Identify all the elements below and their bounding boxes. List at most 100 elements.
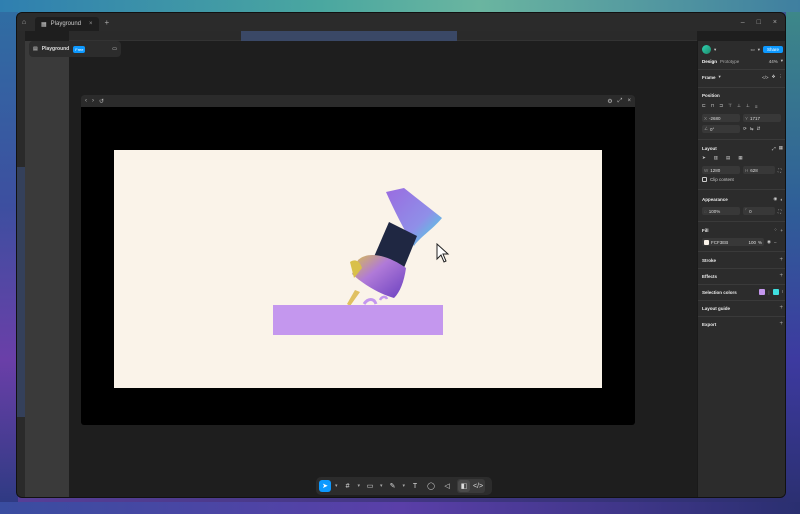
more-icon[interactable]: ⋮ (779, 74, 784, 80)
selection-colors-row: Selection colors | ⁝ (702, 289, 783, 295)
grid-layout-icon[interactable]: ▦ (738, 155, 742, 161)
layout-menu-icon[interactable]: ▤ (33, 46, 38, 52)
chevron-down-icon[interactable]: ▾ (781, 58, 783, 64)
width-field[interactable]: W 1280 (702, 166, 740, 174)
tab-design[interactable]: Design (702, 59, 717, 64)
height-field[interactable]: H 628 (743, 166, 775, 174)
move-tool-icon[interactable]: ➤ (319, 480, 331, 492)
component-icon[interactable]: ❖ (771, 74, 775, 80)
share-button[interactable]: Share (762, 46, 783, 53)
rotate-icon[interactable]: ⟳ (743, 126, 747, 132)
stroke-row: Stroke + (702, 257, 783, 263)
back-icon[interactable]: ‹ (85, 98, 87, 104)
tab-prototype[interactable]: Prototype (720, 59, 739, 64)
panel-toggle-icon[interactable]: ▭ (112, 46, 117, 52)
remove-fill-icon[interactable]: – (774, 240, 777, 245)
chevron-down-icon[interactable]: ▾ (358, 483, 361, 489)
settings-icon[interactable]: ⚙ (607, 98, 612, 105)
dev-mode-icon[interactable]: </> (472, 480, 484, 492)
add-fill-icon[interactable]: + (780, 228, 783, 233)
x-field[interactable]: X -2680 (702, 114, 740, 122)
divider (698, 284, 785, 285)
home-icon[interactable]: ⌂ (17, 19, 31, 26)
fill-field[interactable]: FCF3EB 100 % (702, 238, 764, 246)
opacity-icon: ◌ (704, 208, 707, 214)
add-layout-guide-icon[interactable]: + (779, 305, 783, 311)
chevron-down-icon[interactable]: ▾ (403, 483, 406, 489)
ruler-vertical-highlight (17, 167, 25, 417)
more-colors-icon[interactable]: ⁝ (782, 289, 783, 295)
frame-tool-icon[interactable]: # (342, 480, 354, 492)
expand-icon[interactable]: ⤢ (618, 98, 623, 105)
align-center-icon[interactable]: ⊓ (711, 103, 715, 109)
ruler-selection-highlight (241, 31, 457, 41)
freeform-layout-icon[interactable]: ➤ (702, 155, 706, 161)
grid-icon[interactable]: ▦ (779, 145, 783, 151)
frame-label[interactable]: Frame (702, 75, 716, 80)
distribute-icon[interactable]: ≡ (755, 104, 758, 109)
selection-color-swatch[interactable] (759, 289, 766, 295)
code-icon[interactable]: </> (762, 75, 769, 80)
forward-icon[interactable]: › (92, 98, 94, 104)
fill-swatch[interactable] (704, 239, 709, 245)
y-field[interactable]: Y 1717 (743, 114, 781, 122)
align-left-icon[interactable]: ⊏ (702, 103, 706, 109)
add-export-icon[interactable]: + (779, 321, 783, 327)
fill-row: FCF3EB 100 % ◉ – (702, 238, 783, 246)
visibility-icon[interactable]: ◉ (773, 196, 777, 202)
chevron-down-icon[interactable]: ▾ (335, 483, 338, 489)
file-menu[interactable]: ▤ Playground Free ▭ (29, 41, 121, 57)
align-right-icon[interactable]: ⊐ (719, 103, 723, 109)
vertical-layout-icon[interactable]: ▥ (714, 155, 718, 161)
styles-icon[interactable]: ⁘ (774, 227, 778, 233)
align-bottom-icon[interactable]: ⊥ (746, 103, 750, 109)
chevron-down-icon[interactable]: ▾ (380, 483, 383, 489)
present-icon[interactable]: ▭ (750, 47, 754, 53)
pen-tool-icon[interactable]: ✎ (387, 480, 399, 492)
new-tab-button[interactable]: + (105, 18, 110, 27)
restart-icon[interactable]: ↺ (99, 98, 104, 105)
flip-horizontal-icon[interactable]: ⇋ (750, 126, 754, 132)
eye-icon[interactable]: ◉ (767, 239, 771, 245)
minimize-icon[interactable]: – (741, 19, 745, 26)
add-effect-icon[interactable]: + (779, 273, 783, 279)
clip-content-checkbox[interactable] (702, 177, 707, 182)
radius-field[interactable]: ⌜ 0 (743, 207, 775, 215)
align-middle-icon[interactable]: ⊥ (737, 103, 741, 109)
expand-icon[interactable]: ⤢ (772, 146, 776, 151)
close-tab-icon[interactable]: × (89, 21, 93, 27)
corner-radius-icon[interactable]: ⛶ (778, 209, 781, 214)
add-stroke-icon[interactable]: + (779, 257, 783, 263)
maximize-icon[interactable]: □ (757, 19, 761, 26)
chevron-down-icon[interactable]: ▾ (719, 74, 721, 80)
design-mode-icon[interactable]: ◧ (458, 480, 471, 492)
zoom-level[interactable]: 44% (769, 59, 778, 64)
flip-vertical-icon[interactable]: ⇵ (757, 126, 761, 132)
blend-icon[interactable]: ◐ (780, 197, 783, 202)
close-preview-icon[interactable]: × (627, 98, 631, 105)
divider (698, 268, 785, 269)
y-value: 1717 (750, 115, 761, 121)
horizontal-layout-icon[interactable]: ▤ (726, 155, 730, 161)
selection-color-swatch[interactable] (772, 289, 779, 295)
artboard[interactable] (114, 150, 602, 388)
shape-tool-icon[interactable]: ▭ (364, 480, 376, 492)
pushpin-illustration (347, 188, 442, 306)
close-window-icon[interactable]: × (773, 19, 777, 26)
actions-tool-icon[interactable]: ◁ (441, 480, 453, 492)
width-label: W (704, 167, 709, 173)
rotation-field[interactable]: ∠ 0° (702, 125, 740, 133)
divider (698, 300, 785, 301)
comment-tool-icon[interactable]: ◯ (425, 480, 437, 492)
desktop-wallpaper-bottom (0, 502, 800, 514)
chevron-down-icon[interactable]: ▾ (758, 47, 760, 53)
file-tab[interactable]: ▦ Playground × (35, 17, 99, 31)
align-top-icon[interactable]: ⊤ (728, 103, 732, 109)
opacity-field[interactable]: ◌ 100% (702, 207, 740, 215)
text-tool-icon[interactable]: T (409, 480, 421, 492)
xy-row: X -2680 Y 1717 (702, 114, 783, 122)
y-label: Y (745, 115, 749, 121)
avatar[interactable] (702, 45, 711, 54)
chevron-down-icon[interactable]: ▾ (714, 47, 716, 53)
constrain-icon[interactable]: ⛶ (778, 168, 781, 173)
